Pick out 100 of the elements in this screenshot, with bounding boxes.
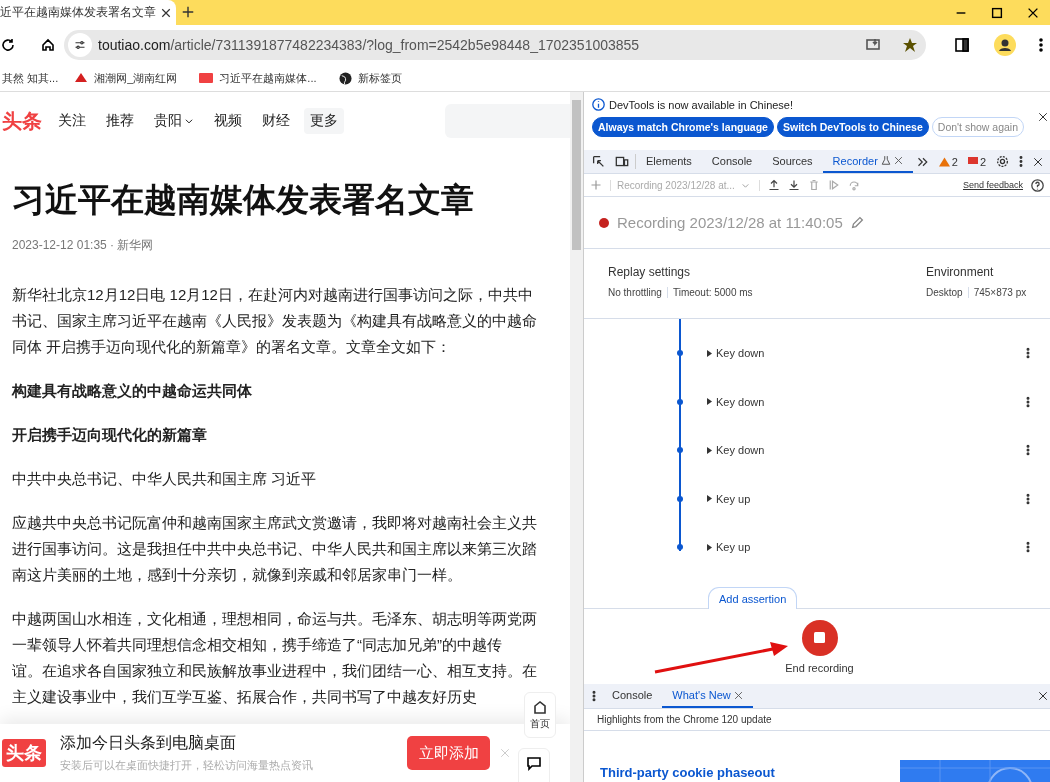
reload-icon[interactable] — [0, 37, 16, 53]
timeline-dot — [677, 398, 683, 405]
chevron-down-icon — [184, 116, 194, 126]
step-item[interactable]: Key up — [707, 492, 751, 505]
brand-icon — [74, 72, 89, 84]
add-assertion-button[interactable]: Add assertion — [708, 587, 798, 609]
inspect-icon[interactable] — [592, 155, 605, 168]
help-icon[interactable] — [1031, 178, 1044, 192]
paragraph-line: 主义建设事业中，我们互学互鉴、拓展合作，共同书写了中越友好历史 — [12, 687, 477, 707]
end-recording-button[interactable] — [801, 619, 838, 656]
chat-icon — [526, 755, 542, 771]
flask-icon — [880, 155, 891, 166]
timeline-dot — [677, 495, 683, 502]
side-panel-icon[interactable] — [954, 37, 970, 53]
highlights-text: Highlights from the Chrome 120 update — [584, 709, 1050, 731]
maximize-icon[interactable] — [990, 5, 1004, 20]
infobar-message: DevTools is now available in Chinese! — [609, 98, 794, 111]
expand-icon — [707, 349, 712, 357]
step-item[interactable]: Key down — [707, 347, 765, 360]
step-item[interactable]: Key down — [707, 444, 765, 457]
drawer-tab[interactable]: What's New — [662, 684, 753, 708]
subheading: 构建具有战略意义的中越命运共同体 — [12, 381, 252, 401]
devtools-tab[interactable]: Elements — [636, 150, 702, 173]
setting-value: 745×873 px — [967, 287, 1027, 298]
expand-icon — [707, 446, 712, 454]
more-icon[interactable] — [1019, 155, 1024, 168]
more-icon[interactable] — [1026, 395, 1030, 408]
settings-icon[interactable] — [996, 155, 1010, 168]
bookmark[interactable]: 湘潮网_湖南红网 — [74, 70, 178, 86]
drawer-tab[interactable]: Console — [602, 684, 663, 708]
menu-icon[interactable] — [1038, 37, 1044, 53]
timeline-dot — [677, 544, 683, 551]
setting-value: Desktop — [926, 287, 963, 298]
more-tabs-icon[interactable] — [916, 155, 929, 168]
close-icon[interactable] — [1033, 156, 1044, 167]
more-icon[interactable] — [1026, 541, 1030, 554]
error-count[interactable]: 2 — [967, 155, 987, 168]
nav-link[interactable]: 视频 — [214, 112, 242, 130]
devtools-tab[interactable]: Sources — [762, 150, 823, 173]
nav-link[interactable]: 财经 — [262, 112, 290, 130]
paragraph-line: 南这片美丽的土地，感到十分亲切，就像到亲戚和邻居家串门一样。 — [12, 565, 462, 585]
download-icon[interactable] — [788, 179, 800, 191]
warning-count[interactable]: 2 — [938, 155, 958, 168]
bookmark[interactable]: 习近平在越南媒体... — [199, 70, 317, 86]
infobar-button[interactable]: Don't show again — [931, 117, 1025, 137]
site-settings-icon[interactable] — [74, 39, 86, 51]
site-logo: 头条 — [2, 108, 42, 134]
subheading: 开启携手迈向现代化的新篇章 — [12, 425, 207, 445]
news-title[interactable]: Third-party cookie phaseout — [600, 765, 775, 780]
home-icon[interactable] — [40, 37, 56, 53]
infobar-button[interactable]: Always match Chrome's language — [592, 117, 774, 137]
devtools-tab[interactable]: Recorder — [822, 150, 913, 173]
paragraph-line: 书记、国家主席习近平在越南《人民报》发表题为《构建具有战略意义的中越命 — [12, 311, 537, 331]
paragraph-line: 应越共中央总书记阮富仲和越南国家主席武文赏邀请，我即将对越南社会主义共 — [12, 513, 537, 533]
close-icon[interactable] — [1038, 112, 1048, 122]
plus-icon[interactable] — [181, 5, 195, 19]
pencil-icon[interactable] — [850, 216, 864, 229]
device-icon[interactable] — [615, 155, 629, 168]
more-icon[interactable] — [1026, 444, 1030, 457]
more-icon[interactable] — [1026, 347, 1030, 360]
address-bar[interactable]: toutiao.com/article/7311391877482234383/?log_from=2542b5e98448_1702351003855 — [64, 30, 926, 60]
step-item[interactable]: Key down — [707, 395, 765, 408]
nav-link[interactable]: 关注 — [58, 112, 86, 130]
profile-avatar[interactable] — [994, 34, 1016, 56]
article-title: 习近平在越南媒体发表署名文章 — [12, 180, 475, 220]
install-icon[interactable] — [866, 37, 882, 53]
nav-link[interactable]: 推荐 — [106, 112, 134, 130]
paragraph-line: 同体 开启携手迈向现代化的新篇章》的署名文章。文章全文如下： — [12, 337, 452, 357]
paragraph-line: 谊。在追求各自国家独立和民族解放事业进程中，我们团结一心、相互支持。在 — [12, 661, 537, 681]
scrollbar[interactable] — [570, 92, 583, 782]
expand-icon — [707, 495, 712, 503]
article-meta: 2023-12-12 01:35 · 新华网 — [12, 237, 155, 254]
recording-dot — [599, 217, 609, 228]
section-label: Replay settings — [608, 265, 692, 279]
info-icon — [592, 98, 605, 111]
news-icon — [199, 73, 214, 83]
devtools-tab[interactable]: Console — [701, 150, 763, 173]
setting-value: Timeout: 5000 ms — [666, 287, 753, 298]
more-icon[interactable] — [592, 690, 596, 702]
bookmark[interactable]: 其然 知其... — [2, 70, 59, 86]
close-icon[interactable] — [1038, 691, 1048, 701]
expand-icon — [707, 398, 712, 406]
nav-link[interactable]: 贵阳 — [154, 112, 194, 130]
star-icon[interactable] — [902, 37, 918, 53]
home-icon — [532, 699, 548, 715]
nav-link[interactable]: 更多 — [304, 108, 344, 134]
step-item[interactable]: Key up — [707, 541, 751, 554]
banner-subtitle: 安装后可以在桌面快捷打开，轻松访问海量热点资讯 — [60, 758, 313, 773]
export-icon[interactable] — [768, 179, 780, 191]
bookmark[interactable]: 新标签页 — [338, 70, 402, 86]
infobar-button[interactable]: Switch DevTools to Chinese — [776, 117, 929, 137]
browser-tab[interactable]: 近平在越南媒体发表署名文章 — [0, 0, 176, 25]
stop-icon — [814, 632, 825, 643]
more-icon[interactable] — [1026, 492, 1030, 505]
home-button[interactable]: 首页 — [524, 692, 556, 738]
feedback-button[interactable] — [518, 748, 550, 782]
close-icon[interactable] — [160, 6, 172, 19]
app-logo: 头条 — [2, 739, 46, 767]
feedback-link[interactable]: Send feedback — [962, 180, 1023, 190]
add-button[interactable]: 立即添加 — [407, 736, 490, 770]
